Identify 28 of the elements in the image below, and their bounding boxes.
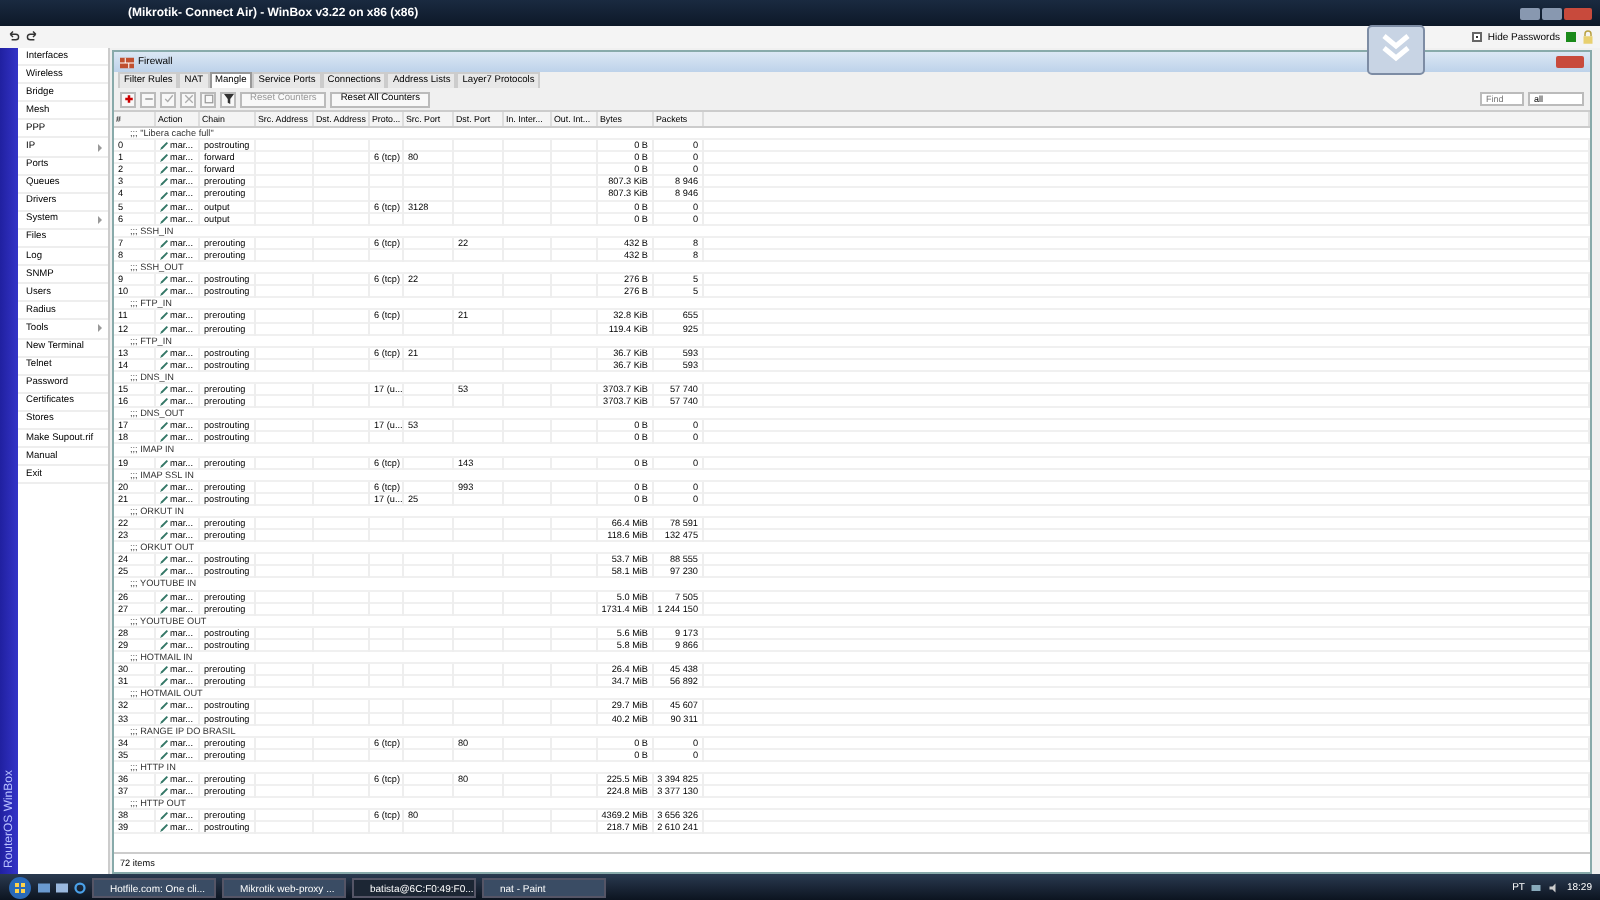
desktop-icon[interactable] xyxy=(38,881,50,893)
minus-icon xyxy=(143,94,153,104)
cross-icon xyxy=(183,94,193,104)
plus-icon xyxy=(123,94,133,104)
collapse-icon[interactable] xyxy=(1366,24,1426,76)
speaker-icon[interactable] xyxy=(1548,881,1561,893)
window-icon[interactable] xyxy=(56,881,68,893)
status-square-icon xyxy=(1566,32,1576,42)
add-button[interactable] xyxy=(120,91,136,107)
lock-icon xyxy=(1582,30,1594,44)
filter-button[interactable] xyxy=(220,91,236,107)
redo-icon[interactable] xyxy=(26,30,40,44)
firewall-icon xyxy=(120,55,134,69)
close-button[interactable] xyxy=(1564,7,1592,19)
browser-icon[interactable] xyxy=(74,881,86,893)
pencil-icon xyxy=(160,459,168,468)
hide-passwords-checkbox[interactable] xyxy=(1471,32,1482,42)
network-icon[interactable] xyxy=(1530,881,1543,893)
submenu-arrow-icon xyxy=(98,143,102,152)
minimize-button[interactable] xyxy=(1520,7,1540,19)
submenu-arrow-icon xyxy=(98,215,102,224)
maximize-button[interactable] xyxy=(1542,7,1562,19)
note-icon xyxy=(203,94,213,104)
check-icon xyxy=(163,94,173,104)
filter-icon xyxy=(223,94,233,104)
start-button[interactable] xyxy=(8,875,32,899)
submenu-arrow-icon xyxy=(98,324,102,333)
undo-icon[interactable] xyxy=(6,30,20,44)
